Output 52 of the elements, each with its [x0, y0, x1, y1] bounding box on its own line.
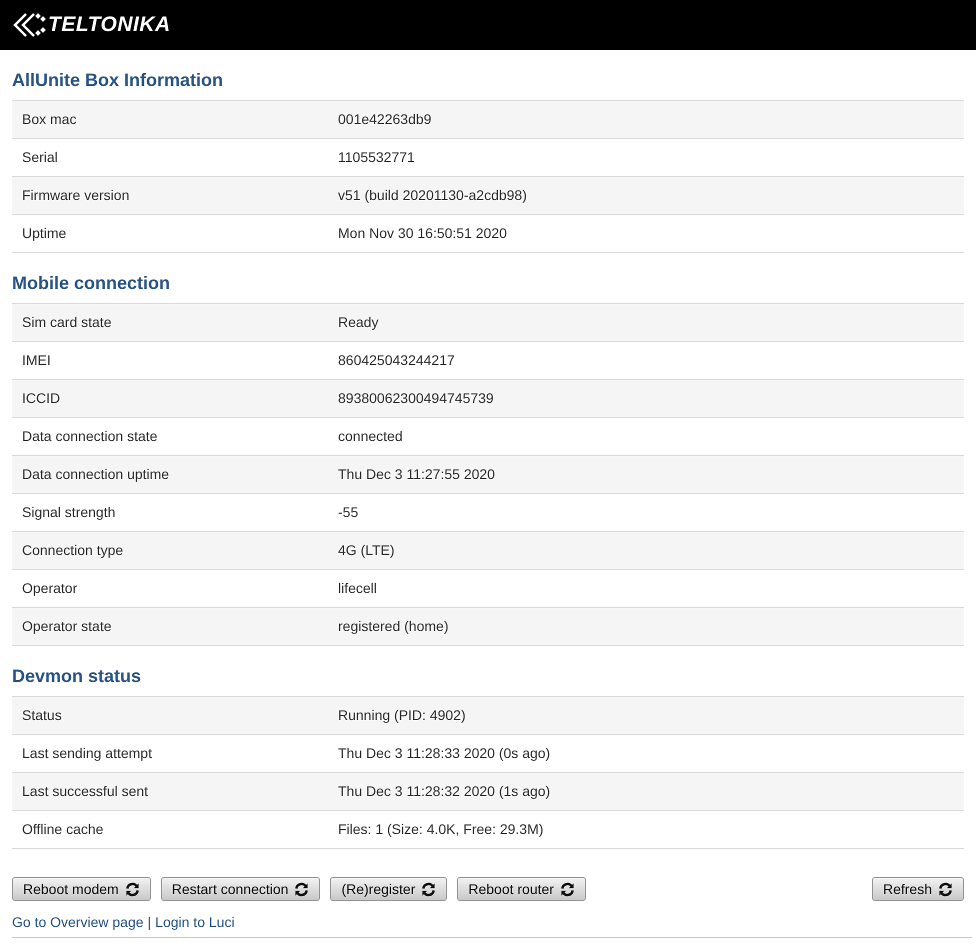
row-label: Last successful sent [21, 782, 150, 801]
row-label: IMEI [21, 351, 52, 370]
row-label: Data connection uptime [21, 465, 170, 484]
row-label: Firmware version [21, 186, 130, 205]
row-label: Operator [21, 579, 78, 598]
action-button[interactable]: Reboot modem [12, 877, 151, 901]
section-title: Mobile connection [12, 272, 172, 295]
row-value: 1105532771 [338, 148, 415, 167]
row-value: 001e42263db9 [338, 110, 432, 129]
link[interactable]: Login to Luci [155, 912, 235, 933]
row-label: Serial [21, 148, 59, 167]
link[interactable]: Go to Overview page [12, 912, 144, 933]
row-value: 860425043244217 [338, 351, 455, 370]
row-label: Operator state [21, 617, 112, 636]
action-button[interactable]: Restart connection [160, 877, 320, 901]
section-title: AllUnite Box Information [12, 69, 224, 92]
row-value: 89380062300494745739 [338, 389, 494, 408]
row-label: Offline cache [21, 820, 104, 839]
row-value: connected [338, 427, 403, 446]
row-label: Sim card state [21, 313, 112, 332]
row-label: Box mac [21, 110, 78, 129]
row-value: Ready [338, 313, 378, 332]
action-button[interactable]: (Re)register [330, 877, 448, 901]
row-value: Thu Dec 3 11:28:33 2020 (0s ago) [338, 744, 550, 763]
row-label: Status [21, 706, 63, 725]
refresh-icon [421, 882, 436, 896]
logo-text: TELTONIKA [48, 12, 171, 38]
row-value: Thu Dec 3 11:27:55 2020 [338, 465, 495, 484]
refresh-icon [938, 882, 953, 896]
row-value: registered (home) [338, 617, 448, 636]
action-button[interactable]: Reboot router [457, 877, 586, 901]
row-value: Running (PID: 4902) [338, 706, 466, 725]
row-label: Connection type [21, 541, 124, 560]
refresh-icon [294, 882, 310, 896]
row-value: v51 (build 20201130-a2cdb98) [338, 186, 527, 205]
link-separator: | [148, 913, 152, 932]
row-value: -55 [338, 503, 358, 522]
row-value: Mon Nov 30 16:50:51 2020 [338, 224, 507, 243]
row-label: Data connection state [21, 427, 158, 446]
row-label: Last sending attempt [21, 744, 153, 763]
refresh-icon [124, 882, 140, 896]
row-label: Signal strength [21, 503, 116, 522]
row-label: ICCID [21, 389, 62, 408]
row-value: 4G (LTE) [338, 541, 395, 560]
logo-icon [12, 12, 46, 38]
row-value: lifecell [338, 579, 377, 598]
row-label: Uptime [21, 224, 68, 243]
row-value: Files: 1 (Size: 4.0K, Free: 29.3M) [338, 820, 544, 839]
refresh-icon [560, 882, 575, 896]
refresh-button[interactable]: Refresh [872, 877, 964, 901]
section-title: Devmon status [12, 665, 142, 688]
row-value: Thu Dec 3 11:28:32 2020 (1s ago) [338, 782, 550, 801]
